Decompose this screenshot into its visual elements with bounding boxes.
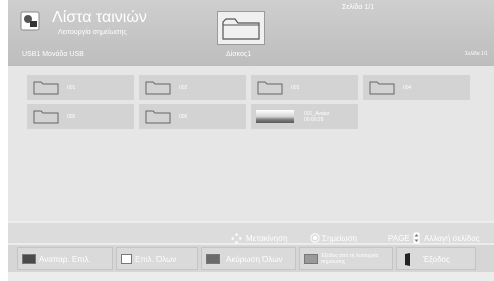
page-indicator-small: Σελίδα 1/1	[465, 51, 488, 57]
exit-icon	[405, 253, 410, 266]
page-rocker-icon	[413, 232, 420, 244]
color-key-icon	[206, 254, 220, 264]
folder-label: 002	[179, 85, 188, 91]
deselect-all-button[interactable]: Ακύρωση Όλων	[201, 247, 296, 270]
folder-label: 004	[403, 85, 412, 91]
video-thumbnail	[256, 110, 294, 123]
movie-icon	[20, 11, 40, 31]
button-label: Αναπαρ. Επιλ.	[39, 255, 91, 264]
move-hint: Μετακίνηση	[246, 234, 288, 243]
button-label: Επιλ. Όλων	[135, 255, 177, 264]
ok-icon	[310, 233, 320, 243]
folder-tile[interactable]: 005	[27, 104, 134, 129]
folder-icon	[33, 110, 59, 124]
folder-icon	[145, 81, 171, 95]
arrows-icon	[231, 233, 242, 244]
page-indicator: Σελίδα 1/1	[342, 4, 375, 11]
page-key-label: PAGE	[388, 234, 410, 243]
folder-icon	[33, 81, 59, 95]
video-tile[interactable]: 001_Avatar 00:00:29	[251, 104, 358, 129]
folder-tile[interactable]: 002	[139, 75, 246, 100]
exit-button[interactable]: Έξοδος	[396, 247, 476, 270]
mark-hint: Σημείωση	[322, 234, 357, 243]
folder-label: 005	[67, 114, 76, 120]
color-key-icon	[304, 254, 318, 264]
button-label: Ακύρωση Όλων	[226, 255, 283, 264]
folder-label: 001	[67, 85, 76, 91]
folder-tile[interactable]: 001	[27, 75, 134, 100]
mode-label: Λειτουργία σημείωσης	[58, 29, 127, 36]
page-title: Λίστα ταινιών	[52, 9, 147, 26]
color-key-icon	[22, 254, 36, 264]
button-label: Έξοδος από τη λειτουργία σημείωσης	[321, 253, 379, 265]
page-change-hint: Αλλαγή σελίδας	[424, 234, 480, 243]
folder-label: 003	[291, 85, 300, 91]
folder-tile[interactable]: 003	[251, 75, 358, 100]
exit-mark-mode-button[interactable]: Έξοδος από τη λειτουργία σημείωσης	[299, 247, 393, 270]
folder-icon	[369, 81, 395, 95]
folder-icon[interactable]	[217, 11, 265, 45]
folder-icon	[145, 110, 171, 124]
color-key-icon	[121, 254, 132, 264]
folder-label: 006	[179, 114, 188, 120]
usb-device-label: USB1 Μονάδα USB	[22, 51, 84, 58]
select-all-button[interactable]: Επιλ. Όλων	[116, 247, 198, 270]
play-selected-button[interactable]: Αναπαρ. Επιλ.	[17, 247, 113, 270]
button-label: Έξοδος	[423, 255, 450, 264]
folder-tile[interactable]: 006	[139, 104, 246, 129]
folder-icon	[257, 81, 283, 95]
folder-tile[interactable]: 004	[363, 75, 470, 100]
disk-label: Δίσκος1	[226, 51, 252, 58]
video-label: 001_Avatar 00:00:29	[304, 111, 330, 123]
